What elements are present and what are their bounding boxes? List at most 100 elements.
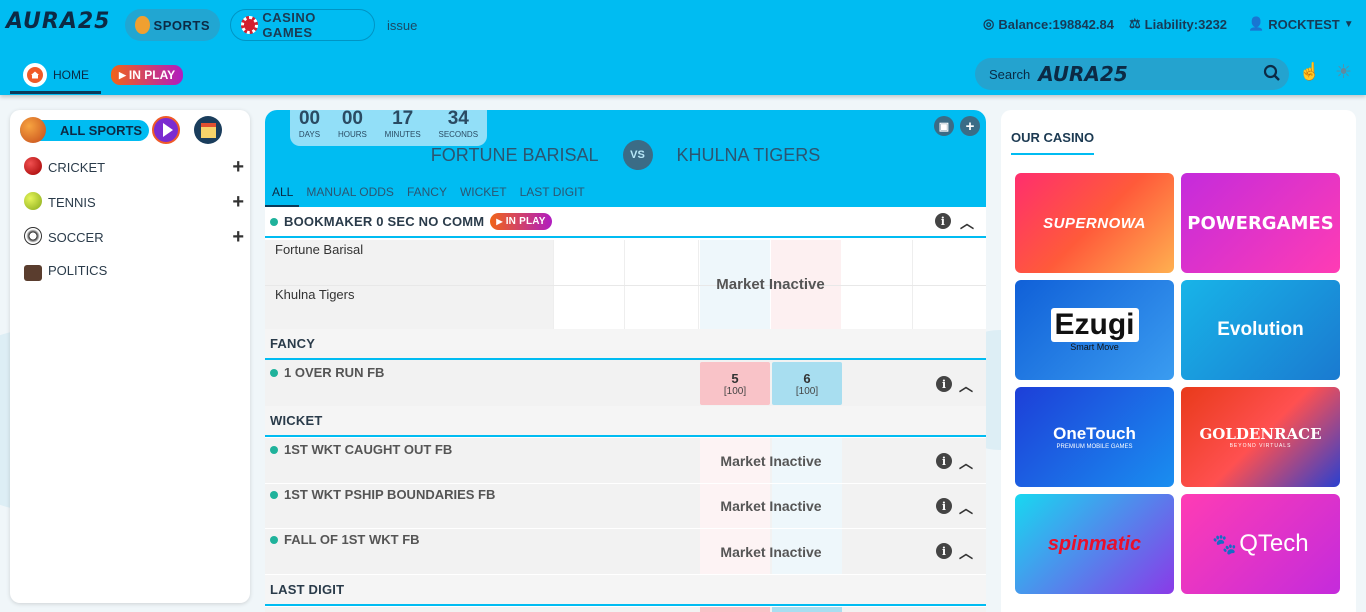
fancy-market-label: 1 OVER RUN FB — [284, 365, 385, 380]
status-dot — [270, 445, 278, 454]
live-play-icon[interactable] — [152, 116, 180, 144]
site-logo[interactable]: AURA25 — [6, 9, 110, 34]
balance: ◎ Balance:198842.84 — [983, 16, 1114, 32]
casino-tile-onetouch[interactable]: OneTouch PREMIUM MOBILE GAMES — [1015, 387, 1174, 487]
tab-fancy[interactable]: FANCY — [400, 182, 453, 207]
chevron-down-icon: ▼ — [1343, 18, 1354, 30]
odds-cell[interactable] — [700, 607, 770, 612]
casino-tile-label: SUPERNOWA — [1043, 214, 1146, 232]
tab-manual-odds[interactable]: MANUAL ODDS — [299, 182, 400, 207]
calendar-icon[interactable] — [194, 116, 222, 144]
wicket-market-name: 1ST WKT CAUGHT OUT FB — [270, 442, 452, 457]
info-icon[interactable]: i — [936, 498, 952, 514]
status-dot — [270, 535, 278, 544]
sidebar-item-soccer[interactable]: SOCCER + — [24, 226, 244, 249]
back-odds-size: [100] — [795, 385, 819, 397]
market-inactive-label: Market Inactive — [720, 543, 822, 560]
sidebar-item-politics[interactable]: POLITICS — [24, 263, 244, 281]
search-logo: AURA25 — [1038, 62, 1128, 86]
team-b-name: KHULNA TIGERS — [676, 144, 821, 165]
user-menu[interactable]: 👤 ROCKTEST ▼ — [1248, 16, 1354, 32]
runner-name: Fortune Barisal — [275, 242, 364, 257]
back-odds-button[interactable]: 6 [100] — [772, 362, 842, 405]
lay-odds-button[interactable]: 5 [100] — [700, 362, 770, 405]
theme-toggle-icon[interactable]: ☀ — [1335, 61, 1352, 84]
wicket-market-label: 1ST WKT CAUGHT OUT FB — [284, 442, 453, 457]
countdown-seconds: 34 SECONDS — [438, 110, 479, 139]
balance-text: Balance:198842.84 — [998, 16, 1114, 32]
hand-pointer-icon[interactable]: ☝ — [1299, 62, 1320, 82]
soccer-ball-icon — [24, 227, 42, 245]
casino-chip-icon — [241, 16, 259, 34]
header-icons: ▣ + — [934, 116, 980, 136]
status-dot — [270, 368, 278, 377]
lay-odds-size: [100] — [723, 385, 747, 397]
plus-icon[interactable]: + — [232, 156, 244, 179]
casino-tile-goldenrace[interactable]: GOLDENRACE BEYOND VIRTUALS — [1181, 387, 1340, 487]
info-icon[interactable]: i — [936, 543, 952, 559]
casino-tile-label: Ezugi — [1050, 308, 1139, 342]
home-label: HOME — [53, 67, 89, 82]
chevron-up-icon[interactable]: ︿ — [959, 453, 973, 473]
search-input[interactable]: Search AURA25 — [975, 58, 1289, 90]
casino-tile-ezugi[interactable]: Ezugi Smart Move — [1015, 280, 1174, 380]
issue-link[interactable]: issue — [387, 18, 417, 33]
balance-icon: ◎ — [983, 16, 995, 31]
tab-home[interactable]: HOME — [10, 58, 101, 94]
market-inactive-label: Market Inactive — [720, 452, 822, 469]
play-icon: ▶ — [119, 69, 126, 80]
odds-cell[interactable] — [772, 607, 842, 612]
info-icon[interactable]: i — [936, 376, 952, 392]
tv-icon[interactable]: ▣ — [934, 116, 954, 136]
casino-tile-label: GOLDENRACE — [1199, 425, 1322, 443]
casino-tile-supernowa[interactable]: SUPERNOWA — [1015, 173, 1174, 273]
user-icon: 👤 — [1248, 16, 1265, 31]
chevron-up-icon[interactable]: ︿ — [959, 498, 973, 518]
status-dot — [270, 217, 278, 226]
casino-tile-subtext: Smart Move — [1070, 342, 1119, 352]
search-icon[interactable] — [1263, 64, 1281, 85]
casino-tile-evolution[interactable]: Evolution — [1181, 280, 1340, 380]
market-inactive-label: Market Inactive — [716, 276, 825, 293]
cricket-ball-icon — [24, 157, 42, 175]
tab-all[interactable]: ALL — [265, 182, 300, 207]
tab-wicket[interactable]: WICKET — [453, 182, 513, 207]
plus-icon[interactable]: + — [232, 191, 244, 214]
chevron-up-icon[interactable]: ︿ — [959, 376, 973, 396]
info-icon[interactable]: i — [935, 213, 951, 229]
plus-icon[interactable]: + — [232, 226, 244, 249]
market-tabs: ALL MANUAL ODDS FANCY WICKET LAST DIGIT — [265, 182, 591, 207]
all-sports-label: ALL SPORTS — [60, 123, 143, 138]
sports-icon — [135, 16, 150, 34]
sidebar-item-label: POLITICS — [48, 263, 108, 278]
sports-nav-button[interactable]: SPORTS — [125, 9, 220, 41]
match-teams: FORTUNE BARISAL VS KHULNA TIGERS — [265, 140, 986, 170]
sidebar-item-label: CRICKET — [48, 160, 106, 175]
sidebar-item-tennis[interactable]: TENNIS + — [24, 191, 244, 214]
in-play-badge: ▶ IN PLAY — [490, 213, 552, 230]
market-inactive-label: Market Inactive — [720, 498, 822, 514]
info-icon[interactable]: i — [936, 453, 952, 469]
liability: ⚖ Liability:3232 — [1129, 16, 1227, 32]
chevron-up-icon[interactable]: ︿ — [959, 543, 973, 563]
back-odds-value: 6 — [803, 370, 811, 386]
wicket-market-name: FALL OF 1ST WKT FB — [270, 532, 420, 547]
sports-label: SPORTS — [153, 17, 210, 33]
fancy-market-name: 1 OVER RUN FB — [270, 365, 384, 380]
casino-tile-qtech[interactable]: 🐾 QTech — [1181, 494, 1340, 594]
tab-in-play[interactable]: ▶ IN PLAY — [111, 65, 184, 85]
casino-games-nav-button[interactable]: CASINO GAMES — [230, 9, 375, 41]
casino-tile-subtext: PREMIUM MOBILE GAMES — [1056, 444, 1133, 450]
sidebar-item-cricket[interactable]: CRICKET + — [24, 156, 244, 179]
tennis-ball-icon — [24, 192, 42, 210]
casino-tile-label: Evolution — [1217, 319, 1304, 340]
casino-tile-powergames[interactable]: POWERGAMES — [1181, 173, 1340, 273]
tab-last-digit[interactable]: LAST DIGIT — [513, 182, 591, 207]
casino-tile-label: spinmatic — [1047, 532, 1142, 555]
casino-tile-spinmatic[interactable]: spinmatic — [1015, 494, 1174, 594]
runner-divider — [265, 285, 986, 286]
plus-circle-icon[interactable]: + — [960, 116, 980, 136]
bookmaker-header: BOOKMAKER 0 SEC NO COMM ▶ IN PLAY i ︿ — [265, 207, 986, 238]
sidebar-item-label: SOCCER — [48, 230, 104, 245]
chevron-up-icon[interactable]: ︿ — [960, 213, 974, 233]
